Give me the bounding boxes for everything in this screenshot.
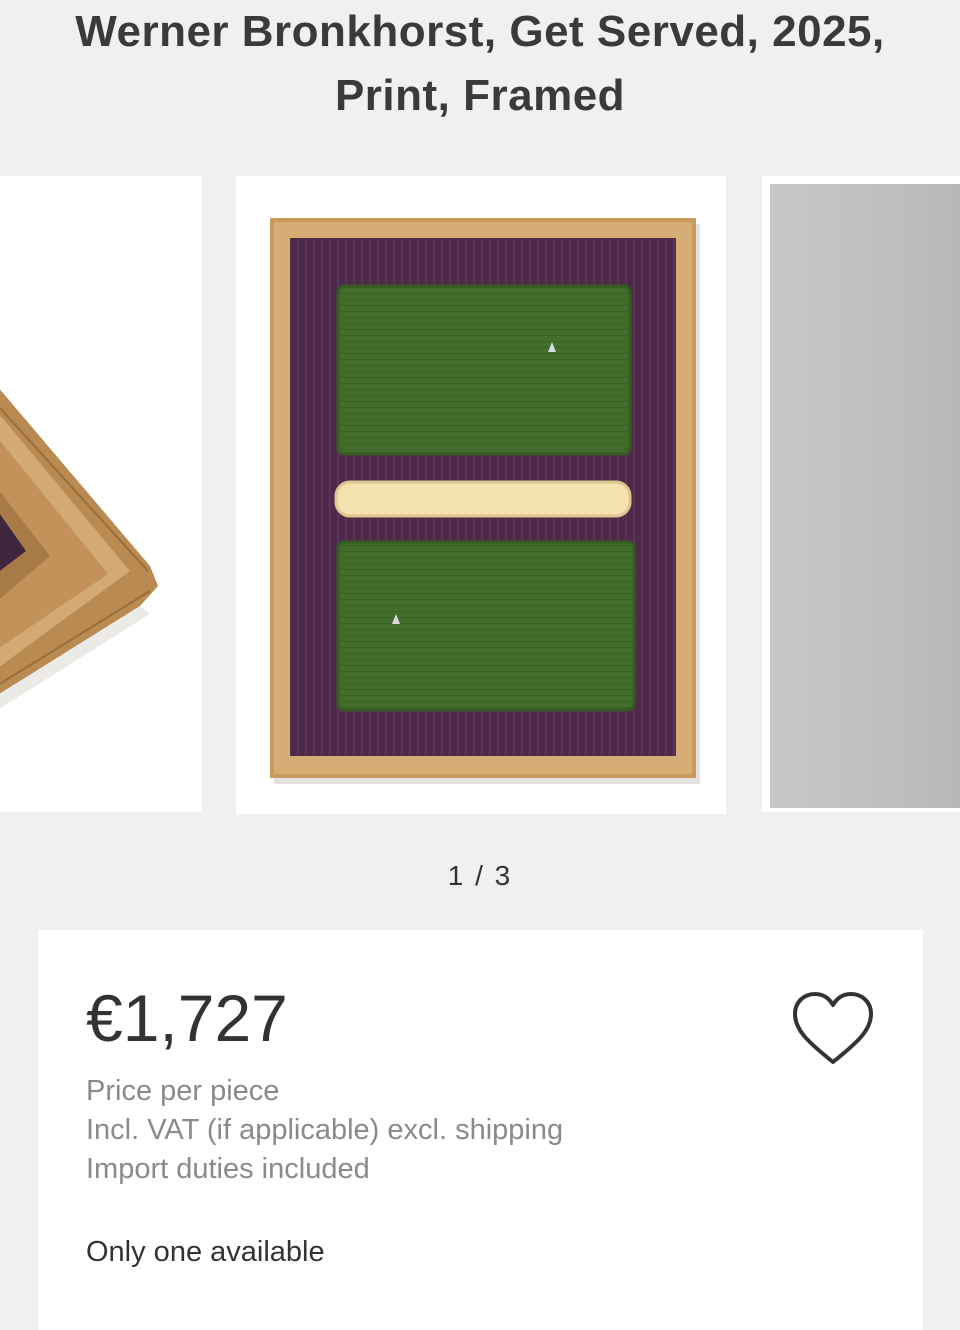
price: €1,727 (86, 981, 288, 1055)
availability-status: Only one available (86, 1236, 325, 1268)
duties-note: Import duties included (86, 1153, 370, 1185)
price-per-piece-label: Price per piece (86, 1075, 280, 1107)
carousel-slide-previous[interactable] (0, 176, 202, 812)
price-details: Price per piece Incl. VAT (if applicable… (86, 1072, 563, 1189)
product-title-line-1: Werner Bronkhorst, Get Served, 2025, (75, 7, 885, 56)
carousel-counter: 1 / 3 (447, 860, 513, 891)
framed-corner-image (0, 176, 202, 812)
carousel-slide-current[interactable] (236, 176, 726, 814)
vat-note: Incl. VAT (if applicable) excl. shipping (86, 1114, 564, 1146)
image-carousel[interactable] (0, 170, 960, 820)
product-title-line-2: Print, Framed (334, 71, 626, 120)
artwork-image (236, 176, 726, 814)
favorite-button[interactable] (790, 990, 876, 1068)
next-image-preview (770, 184, 960, 808)
price-card: €1,727 Price per piece Incl. VAT (if app… (38, 930, 923, 1330)
heart-outline-icon (793, 992, 873, 1064)
carousel-slide-next[interactable] (762, 176, 960, 812)
product-title: Werner Bronkhorst, Get Served, 2025, Pri… (0, 0, 960, 128)
